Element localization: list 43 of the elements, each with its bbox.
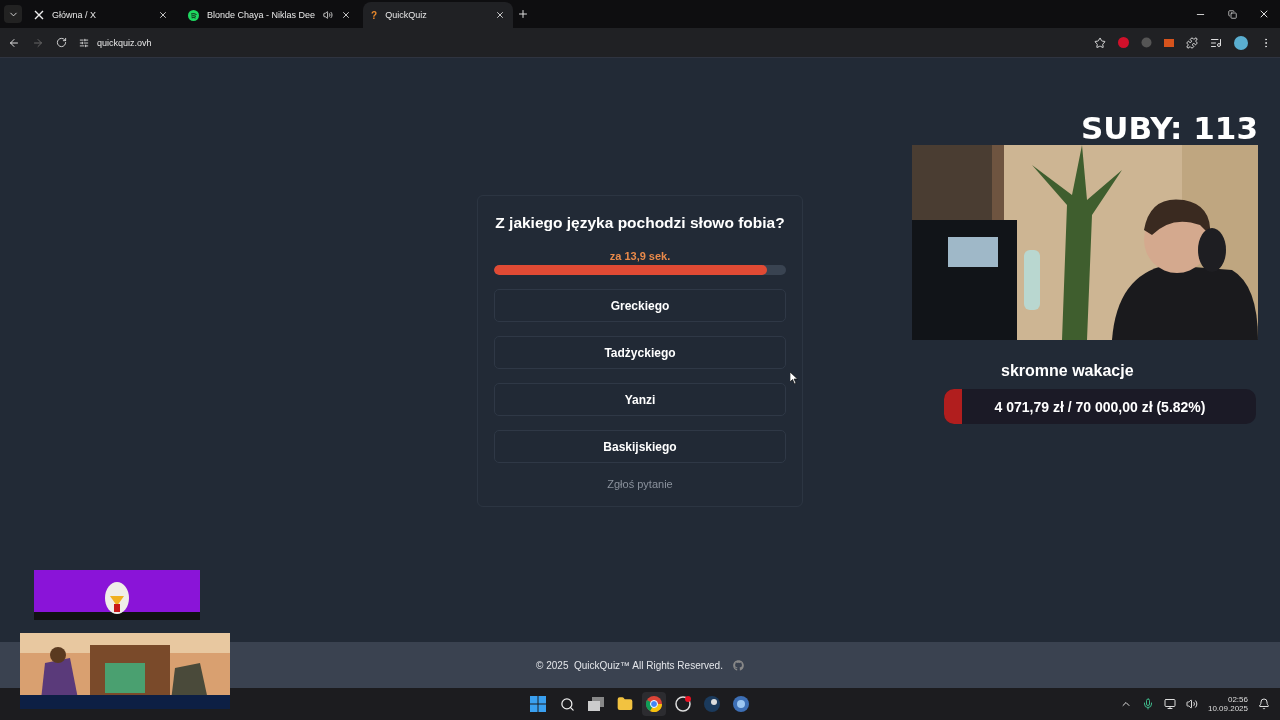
- browser-tab[interactable]: Główna / X: [26, 2, 176, 28]
- restore-icon[interactable]: [1227, 9, 1237, 19]
- volume-icon[interactable]: [1185, 698, 1198, 710]
- close-icon[interactable]: [495, 10, 506, 20]
- answer-button[interactable]: Yanzi: [494, 383, 786, 416]
- speaker-icon[interactable]: [323, 10, 334, 20]
- goal-title: skromne wakacje: [1001, 362, 1134, 380]
- clock-date[interactable]: 10.09.2025: [1207, 704, 1248, 713]
- notification-icon[interactable]: [1258, 698, 1270, 710]
- record-extension-icon[interactable]: [1118, 37, 1129, 48]
- avatar-icon[interactable]: [1234, 35, 1248, 50]
- extensions-icon[interactable]: [1186, 36, 1198, 49]
- copyright-text: © 2025 QuickQuiz™ All Rights Reserved.: [536, 659, 723, 671]
- browser-tab[interactable]: ? QuickQuiz: [363, 2, 514, 28]
- question-text: Z jakiego języka pochodzi słowo fobia?: [494, 214, 786, 232]
- bookmark-star-icon[interactable]: [1094, 36, 1106, 49]
- microphone-icon[interactable]: [1141, 698, 1154, 710]
- answer-button[interactable]: Tadżyckiego: [494, 336, 786, 369]
- subscriber-count: SUBY: 113: [1080, 110, 1258, 146]
- browser-tab[interactable]: Blonde Chaya - Niklas Dee: [180, 2, 360, 28]
- answer-button[interactable]: Baskijskiego: [494, 430, 786, 463]
- report-link[interactable]: Zgłoś pytanie: [494, 478, 786, 490]
- square-extension-icon[interactable]: [1164, 38, 1174, 47]
- x-logo-icon: [34, 10, 44, 20]
- new-tab-icon[interactable]: [517, 8, 530, 20]
- close-icon[interactable]: [341, 10, 352, 20]
- address-field[interactable]: quickquiz.ovh: [97, 37, 152, 48]
- network-icon[interactable]: [1163, 698, 1176, 710]
- close-window-icon[interactable]: [1258, 8, 1270, 20]
- reload-icon[interactable]: [56, 37, 67, 48]
- site-settings-icon[interactable]: [79, 37, 89, 48]
- music-logo-icon: [188, 9, 199, 21]
- browser-icon[interactable]: [642, 692, 666, 716]
- question-icon: ?: [371, 9, 378, 21]
- timer-text: za 13,9 sek.: [608, 250, 672, 262]
- answer-button[interactable]: Greckiego: [494, 289, 786, 322]
- clock-time[interactable]: 02:56: [1227, 695, 1248, 704]
- close-icon[interactable]: [158, 10, 168, 20]
- github-icon[interactable]: [732, 659, 744, 671]
- media-controls-icon[interactable]: [1210, 36, 1222, 49]
- pointer-icon: [790, 372, 798, 384]
- goal-text: 4 071,79 zł / 70 000,00 zł (5.82%): [994, 398, 1206, 415]
- back-icon[interactable]: [8, 36, 20, 49]
